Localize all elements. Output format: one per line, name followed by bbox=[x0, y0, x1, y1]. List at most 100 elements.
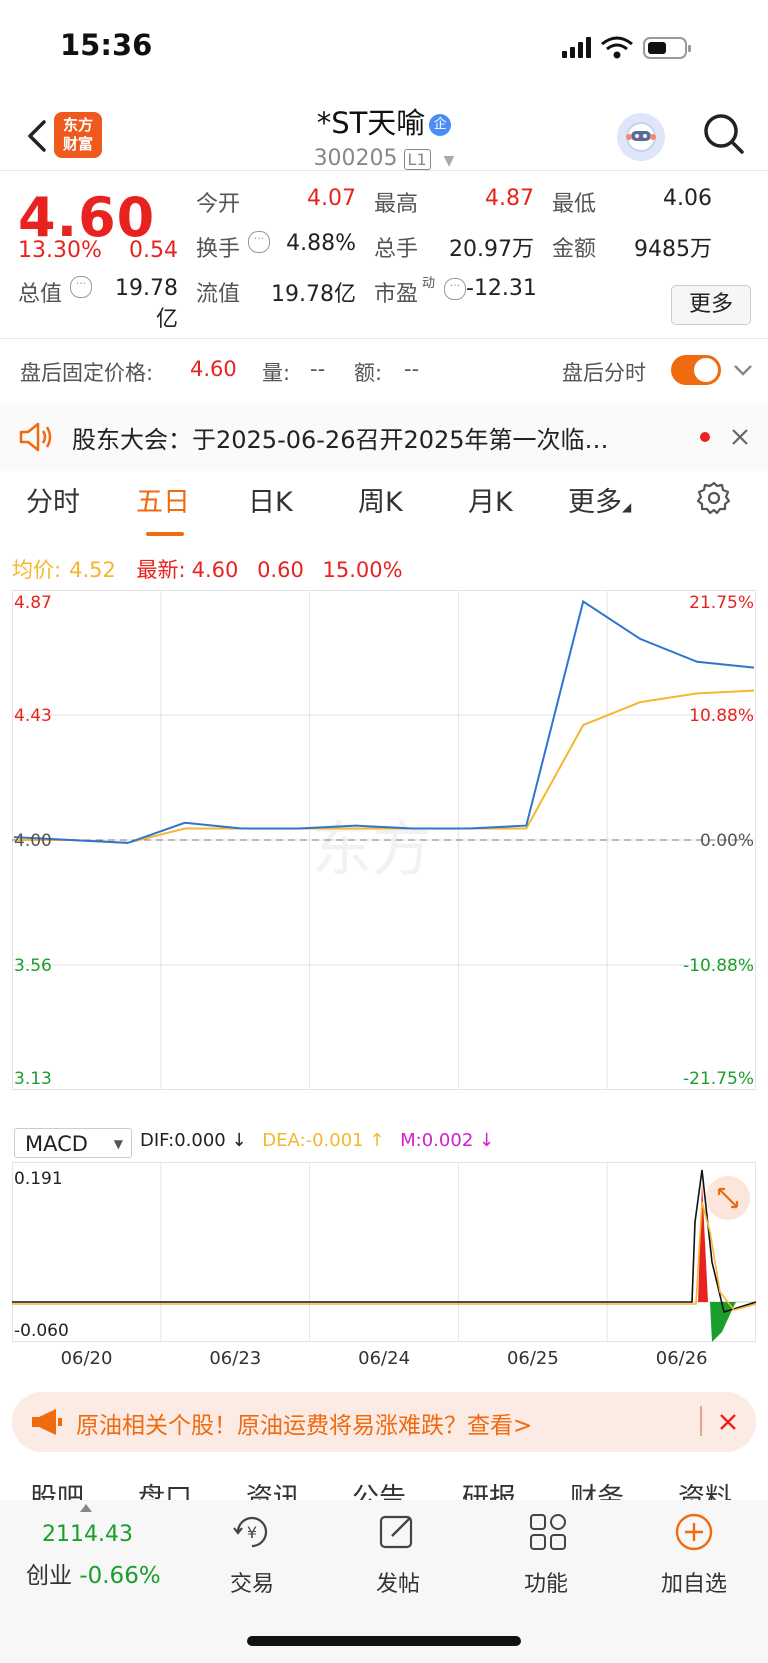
banner-text: 原油相关个股！原油运费将易涨难跌？查看> bbox=[76, 1413, 533, 1439]
y-tick-left: 4.43 bbox=[14, 706, 52, 726]
notice-text: 股东大会：于2025-06-26召开2025年第一次临… bbox=[72, 426, 609, 454]
macd-dea: DEA:-0.001 bbox=[262, 1130, 364, 1151]
active-tab-indicator bbox=[146, 532, 184, 536]
tab-five-day[interactable]: 五日 bbox=[136, 480, 190, 519]
pe-superscript: 动 bbox=[422, 276, 436, 291]
turnover-value: 4.88% bbox=[286, 231, 356, 256]
nav-trade[interactable]: 交易 bbox=[192, 1566, 312, 1598]
y-tick-right: -21.75% bbox=[683, 1069, 754, 1089]
battery-icon bbox=[643, 37, 691, 59]
more-info-icon[interactable]: ··· bbox=[444, 278, 466, 300]
low-label: 最低 bbox=[552, 192, 597, 217]
tab-monthly-k[interactable]: 月K bbox=[468, 480, 513, 519]
volume-value: 20.97万 bbox=[449, 237, 534, 262]
mktcap-label: 总值 bbox=[18, 282, 63, 307]
compose-icon[interactable] bbox=[378, 1512, 418, 1552]
macd-bottom-label: -0.060 bbox=[14, 1321, 69, 1341]
svg-text:¥: ¥ bbox=[247, 1523, 257, 1542]
after-hours-toggle[interactable] bbox=[671, 355, 721, 385]
amount-value: 9485万 bbox=[634, 237, 712, 262]
date-axis: 06/20 06/23 06/24 06/25 06/26 bbox=[12, 1348, 756, 1374]
assistant-avatar[interactable] bbox=[617, 113, 665, 161]
unread-dot bbox=[700, 432, 710, 442]
search-icon[interactable] bbox=[702, 112, 746, 156]
sub-tab-news[interactable]: 资讯 bbox=[246, 1476, 300, 1502]
y-tick-left: 4.87 bbox=[14, 593, 52, 613]
x-tick-label: 06/24 bbox=[358, 1348, 411, 1369]
y-tick-right: 21.75% bbox=[689, 593, 754, 613]
megaphone-icon bbox=[32, 1409, 62, 1435]
nav-post[interactable]: 发帖 bbox=[338, 1566, 458, 1598]
status-time: 15:36 bbox=[60, 28, 153, 62]
latest-value: 4.60 bbox=[191, 558, 239, 582]
float-label: 流值 bbox=[196, 282, 241, 307]
more-info-icon[interactable]: ··· bbox=[248, 231, 270, 253]
y-tick-right: -10.88% bbox=[683, 956, 754, 976]
latest-label: 最新: bbox=[136, 558, 186, 582]
avg-label: 均价: bbox=[12, 558, 62, 582]
open-value: 4.07 bbox=[307, 186, 356, 211]
y-tick-right: 10.88% bbox=[689, 706, 754, 726]
volume-label: 总手 bbox=[374, 237, 419, 262]
add-circle-icon[interactable] bbox=[674, 1512, 714, 1552]
sub-tabs: 股吧 盘口 资讯 公告 研报 财务 资料 bbox=[0, 1466, 768, 1502]
y-tick-left: 4.00 bbox=[14, 831, 52, 851]
x-tick-label: 06/20 bbox=[60, 1348, 113, 1369]
open-label: 今开 bbox=[196, 192, 241, 217]
banner-divider bbox=[700, 1406, 702, 1436]
stock-name: *ST天喻 bbox=[316, 106, 426, 140]
tab-weekly-k[interactable]: 周K bbox=[358, 480, 403, 519]
after-hours-price: 4.60 bbox=[190, 357, 237, 381]
y-tick-left: 3.56 bbox=[14, 956, 52, 976]
macd-values: DIF:0.000 ↓ DEA:-0.001 ↑ M:0.002 ↓ bbox=[140, 1130, 495, 1151]
tab-daily-k[interactable]: 日K bbox=[248, 480, 293, 519]
high-value: 4.87 bbox=[485, 186, 534, 211]
sub-tab-research[interactable]: 研报 bbox=[462, 1476, 516, 1502]
more-info-icon[interactable]: ··· bbox=[70, 276, 92, 298]
index-row[interactable]: 创业 -0.66% bbox=[26, 1556, 161, 1590]
tab-intraday[interactable]: 分时 bbox=[26, 480, 80, 519]
y-tick-left: 3.13 bbox=[14, 1069, 52, 1089]
apps-grid-icon[interactable] bbox=[528, 1512, 568, 1552]
series-line-最新 bbox=[13, 599, 755, 844]
sub-tab-guba[interactable]: 股吧 bbox=[30, 1476, 84, 1502]
more-button[interactable]: 更多 bbox=[671, 285, 751, 325]
after-hours-vol: -- bbox=[310, 357, 326, 381]
wifi-icon bbox=[601, 36, 633, 59]
settings-gear-icon[interactable] bbox=[696, 480, 732, 516]
change-value: 0.54 bbox=[129, 238, 178, 263]
sub-tab-pankou[interactable]: 盘口 bbox=[138, 1476, 192, 1502]
notice-bar[interactable]: 股东大会：于2025-06-26召开2025年第一次临… bbox=[0, 403, 768, 471]
low-value: 4.06 bbox=[663, 186, 712, 211]
sub-tab-finance[interactable]: 财务 bbox=[570, 1476, 624, 1502]
macd-m: M:0.002 bbox=[400, 1130, 474, 1151]
promo-banner[interactable]: 原油相关个股！原油运费将易涨难跌？查看> bbox=[12, 1392, 756, 1452]
avg-value: 4.52 bbox=[69, 558, 116, 582]
tab-more[interactable]: 更多◢ bbox=[568, 480, 631, 519]
chart-header: 均价: 4.52 最新: 4.60 0.60 15.00% bbox=[12, 554, 403, 584]
nav-add-watchlist[interactable]: 加自选 bbox=[634, 1566, 754, 1598]
sub-tab-profile[interactable]: 资料 bbox=[678, 1476, 732, 1502]
speaker-icon bbox=[19, 422, 52, 452]
after-hours-amt: -- bbox=[404, 357, 420, 381]
close-icon[interactable] bbox=[730, 427, 750, 447]
price-chart[interactable]: 东方 4.874.434.003.563.1321.75%10.88%0.00%… bbox=[12, 590, 756, 1122]
level-badge: L1 bbox=[403, 149, 431, 170]
index-value[interactable]: 2114.43 bbox=[42, 1522, 133, 1547]
chart-tabs: 分时 五日 日K 周K 月K 更多◢ bbox=[0, 480, 768, 550]
y-tick-right: 0.00% bbox=[700, 831, 754, 851]
x-tick-label: 06/25 bbox=[506, 1348, 559, 1369]
sub-tab-announcement[interactable]: 公告 bbox=[352, 1476, 406, 1502]
x-tick-label: 06/26 bbox=[655, 1348, 708, 1369]
change-pct: 13.30% bbox=[18, 238, 102, 263]
chevron-down-icon: ▼ bbox=[443, 153, 455, 169]
chevron-down-icon[interactable] bbox=[732, 362, 754, 378]
nav-function[interactable]: 功能 bbox=[486, 1566, 606, 1598]
index-pct: -0.66% bbox=[79, 1563, 161, 1589]
close-icon[interactable] bbox=[718, 1412, 738, 1432]
indicator-select[interactable]: MACD ▼ bbox=[14, 1128, 132, 1158]
expand-button[interactable] bbox=[706, 1176, 750, 1220]
trade-icon[interactable]: ¥ bbox=[230, 1512, 274, 1552]
latest-chg: 0.60 bbox=[257, 558, 304, 582]
macd-chart[interactable]: 0.191 -0.060 bbox=[12, 1162, 756, 1344]
